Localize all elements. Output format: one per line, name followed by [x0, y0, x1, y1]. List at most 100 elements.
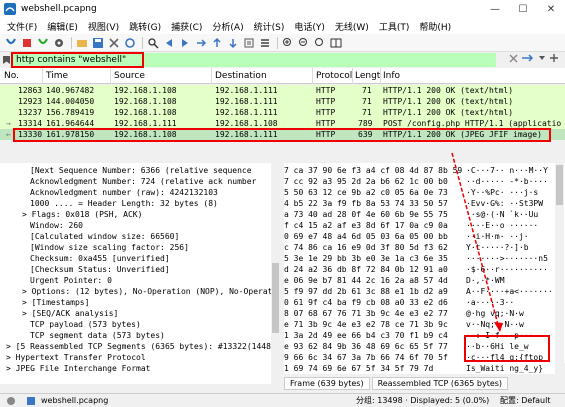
- hex-line: 5 3e 1e 29 bb 3b e0 3e 1a c3 6e 35: [284, 254, 448, 263]
- menu-file[interactable]: 文件(F): [2, 20, 42, 33]
- detail-line[interactable]: Checksum: 0xa455 [unverified]: [30, 253, 170, 264]
- detail-line[interactable]: > Options: (12 bytes), No-Operation (NOP…: [22, 286, 272, 297]
- restart-capture-icon[interactable]: [36, 36, 50, 50]
- packet-row[interactable]: 13237 156.789419 192.168.1.108 192.168.1.11…: [0, 107, 565, 118]
- resize-columns-icon[interactable]: [329, 36, 343, 50]
- menu-capture[interactable]: 捕获(C): [166, 20, 207, 33]
- bookmark-icon[interactable]: [2, 55, 11, 65]
- ascii-line: ·a·····3··: [466, 298, 515, 307]
- start-capture-icon[interactable]: [4, 36, 18, 50]
- detail-line[interactable]: Urgent Pointer: 0: [30, 275, 112, 286]
- hex-line: 7 cc 92 a3 95 2d 2a b6 62 1c 00 b0: [284, 177, 448, 186]
- detail-line[interactable]: Acknowledgment number (raw): 4242132103: [30, 187, 218, 198]
- column-length[interactable]: Lengt: [355, 71, 380, 81]
- window-title: webshell.pcapng: [21, 4, 97, 14]
- hex-line: e 93 62 84 9b 36 48 69 6c 65 5f 77: [284, 342, 448, 351]
- packet-row[interactable]: 12863 140.967482 192.168.1.108 192.168.1.11…: [0, 85, 565, 96]
- menu-statistics[interactable]: 统计(S): [249, 20, 290, 33]
- menu-go[interactable]: 跳转(G): [124, 20, 166, 33]
- filter-dropdown-icon[interactable]: [538, 53, 546, 63]
- detail-line[interactable]: > [5 Reassembled TCP Segments (6365 byte…: [6, 341, 271, 352]
- detail-line[interactable]: > Flags: 0x018 (PSH, ACK): [22, 209, 142, 220]
- zoom-reset-icon[interactable]: [313, 36, 327, 50]
- menu-help[interactable]: 帮助(H): [414, 20, 456, 33]
- go-to-packet-icon[interactable]: [194, 36, 208, 50]
- zoom-in-icon[interactable]: [281, 36, 295, 50]
- menu-edit[interactable]: 编辑(E): [42, 20, 83, 33]
- zoom-out-icon[interactable]: [297, 36, 311, 50]
- open-file-icon[interactable]: [75, 36, 89, 50]
- column-time[interactable]: Time: [46, 71, 68, 81]
- go-forward-icon[interactable]: [178, 36, 192, 50]
- first-packet-icon[interactable]: [210, 36, 224, 50]
- ascii-line: v··Nq;··N··w: [466, 320, 524, 329]
- menu-bar: 文件(F) 编辑(E) 视图(V) 跳转(G) 捕获(C) 分析(A) 统计(S…: [0, 18, 565, 34]
- save-file-icon[interactable]: [91, 36, 105, 50]
- hex-line: e 71 3b 9c 4e e3 e2 78 ce 71 3b 9c: [284, 320, 448, 329]
- detail-line[interactable]: > [SEQ/ACK analysis]: [22, 308, 118, 319]
- status-file-name: webshell.pcapng: [41, 396, 109, 405]
- wireshark-icon: [4, 3, 16, 15]
- packet-bytes-pane: 7 ca 37 90 6e f3 a4 cf 08 4d 87 8b 59 7 …: [284, 163, 565, 363]
- menu-analyze[interactable]: 分析(A): [207, 20, 248, 33]
- ascii-line: ··d····· -*·b····: [466, 177, 548, 186]
- filter-highlight-box: [11, 52, 144, 68]
- hex-line: 4 b5 22 3a f9 fb 8a 53 74 33 50 57: [284, 199, 448, 208]
- detail-line[interactable]: > JPEG File Interchange Format: [6, 363, 151, 374]
- go-back-icon[interactable]: [162, 36, 176, 50]
- bytes-tabs: Frame (639 bytes) Reassembled TCP (6365 …: [284, 377, 565, 390]
- capture-file-icon[interactable]: [26, 396, 36, 406]
- ascii-line: D·,·*·WM: [466, 276, 505, 285]
- capture-options-icon[interactable]: [52, 36, 66, 50]
- ascii-line: Is_Waiti ng_4_y}: [466, 364, 544, 373]
- column-source[interactable]: Source: [114, 71, 145, 81]
- menu-wireless[interactable]: 无线(W): [330, 20, 374, 33]
- stop-capture-icon[interactable]: [20, 36, 34, 50]
- column-protocol[interactable]: Protocol: [316, 71, 352, 81]
- menu-view[interactable]: 视图(V): [83, 20, 124, 33]
- last-packet-icon[interactable]: [226, 36, 240, 50]
- detail-line[interactable]: > [Timestamps]: [22, 297, 89, 308]
- autoscroll-icon[interactable]: [242, 36, 256, 50]
- detail-line[interactable]: [Window size scaling factor: 256]: [30, 242, 189, 253]
- tab-frame[interactable]: Frame (639 bytes): [284, 377, 370, 390]
- menu-tools[interactable]: 工具(T): [374, 20, 415, 33]
- hex-line: 0 61 9f c4 ba f9 cb 08 a0 33 e2 d6: [284, 298, 448, 307]
- reload-icon[interactable]: [123, 36, 137, 50]
- details-scrollbar[interactable]: [271, 163, 280, 384]
- detail-line[interactable]: TCP payload (573 bytes): [30, 319, 141, 330]
- detail-line[interactable]: TCP segment data (573 bytes): [30, 330, 165, 341]
- close-button[interactable]: ✕: [537, 0, 565, 18]
- detail-line[interactable]: > Hypertext Transfer Protocol: [6, 352, 146, 363]
- menu-telephony[interactable]: 电话(Y): [289, 20, 330, 33]
- minimize-button[interactable]: —: [481, 0, 509, 18]
- detail-line[interactable]: 1000 .... = Header Length: 32 bytes (8): [30, 198, 218, 209]
- column-info[interactable]: Info: [383, 71, 400, 81]
- find-packet-icon[interactable]: [146, 36, 160, 50]
- maximize-button[interactable]: ☐: [509, 0, 537, 18]
- detail-line[interactable]: Acknowledgment Number: 724 (relative ack…: [30, 176, 256, 187]
- detail-line[interactable]: [Next Sequence Number: 6366 (relative se…: [30, 165, 252, 176]
- packet-row[interactable]: 12923 144.004050 192.168.1.108 192.168.1.11…: [0, 96, 565, 107]
- apply-filter-icon[interactable]: [521, 53, 535, 63]
- selected-row-highlight-box: [13, 128, 551, 142]
- detail-line[interactable]: Window: 260: [30, 220, 83, 231]
- detail-line[interactable]: [Checksum Status: Unverified]: [30, 264, 170, 275]
- colorize-icon[interactable]: [258, 36, 272, 50]
- add-filter-button-icon[interactable]: [549, 53, 559, 63]
- ascii-line: ·$·6··r··········: [466, 265, 548, 274]
- packet-list: 12863 140.967482 192.168.1.108 192.168.1.11…: [0, 85, 565, 145]
- clear-filter-icon[interactable]: [509, 54, 518, 63]
- close-file-icon[interactable]: [107, 36, 121, 50]
- main-toolbar: [0, 34, 565, 52]
- column-destination[interactable]: Destination: [215, 71, 267, 81]
- hex-line: 1 3a 2d 49 ee 66 b4 c3 70 f1 b9 c4: [284, 331, 448, 340]
- detail-line[interactable]: [Calculated window size: 66560]: [30, 231, 179, 242]
- hex-line: a 73 40 ad 28 0f 4e 60 6b 9e 55 75: [284, 210, 448, 219]
- bytes-scrollbar[interactable]: [555, 163, 564, 363]
- hex-line: 5 f9 97 dd 2b 61 3c 88 e1 1b d2 a9: [284, 287, 448, 296]
- column-no[interactable]: No.: [4, 71, 19, 81]
- status-profile[interactable]: 配置: Default: [500, 395, 550, 406]
- tab-reassembled-tcp[interactable]: Reassembled TCP (6365 bytes): [371, 377, 509, 390]
- hex-line: 8 07 68 67 76 71 3b 9c 4e e3 e2 77: [284, 309, 448, 318]
